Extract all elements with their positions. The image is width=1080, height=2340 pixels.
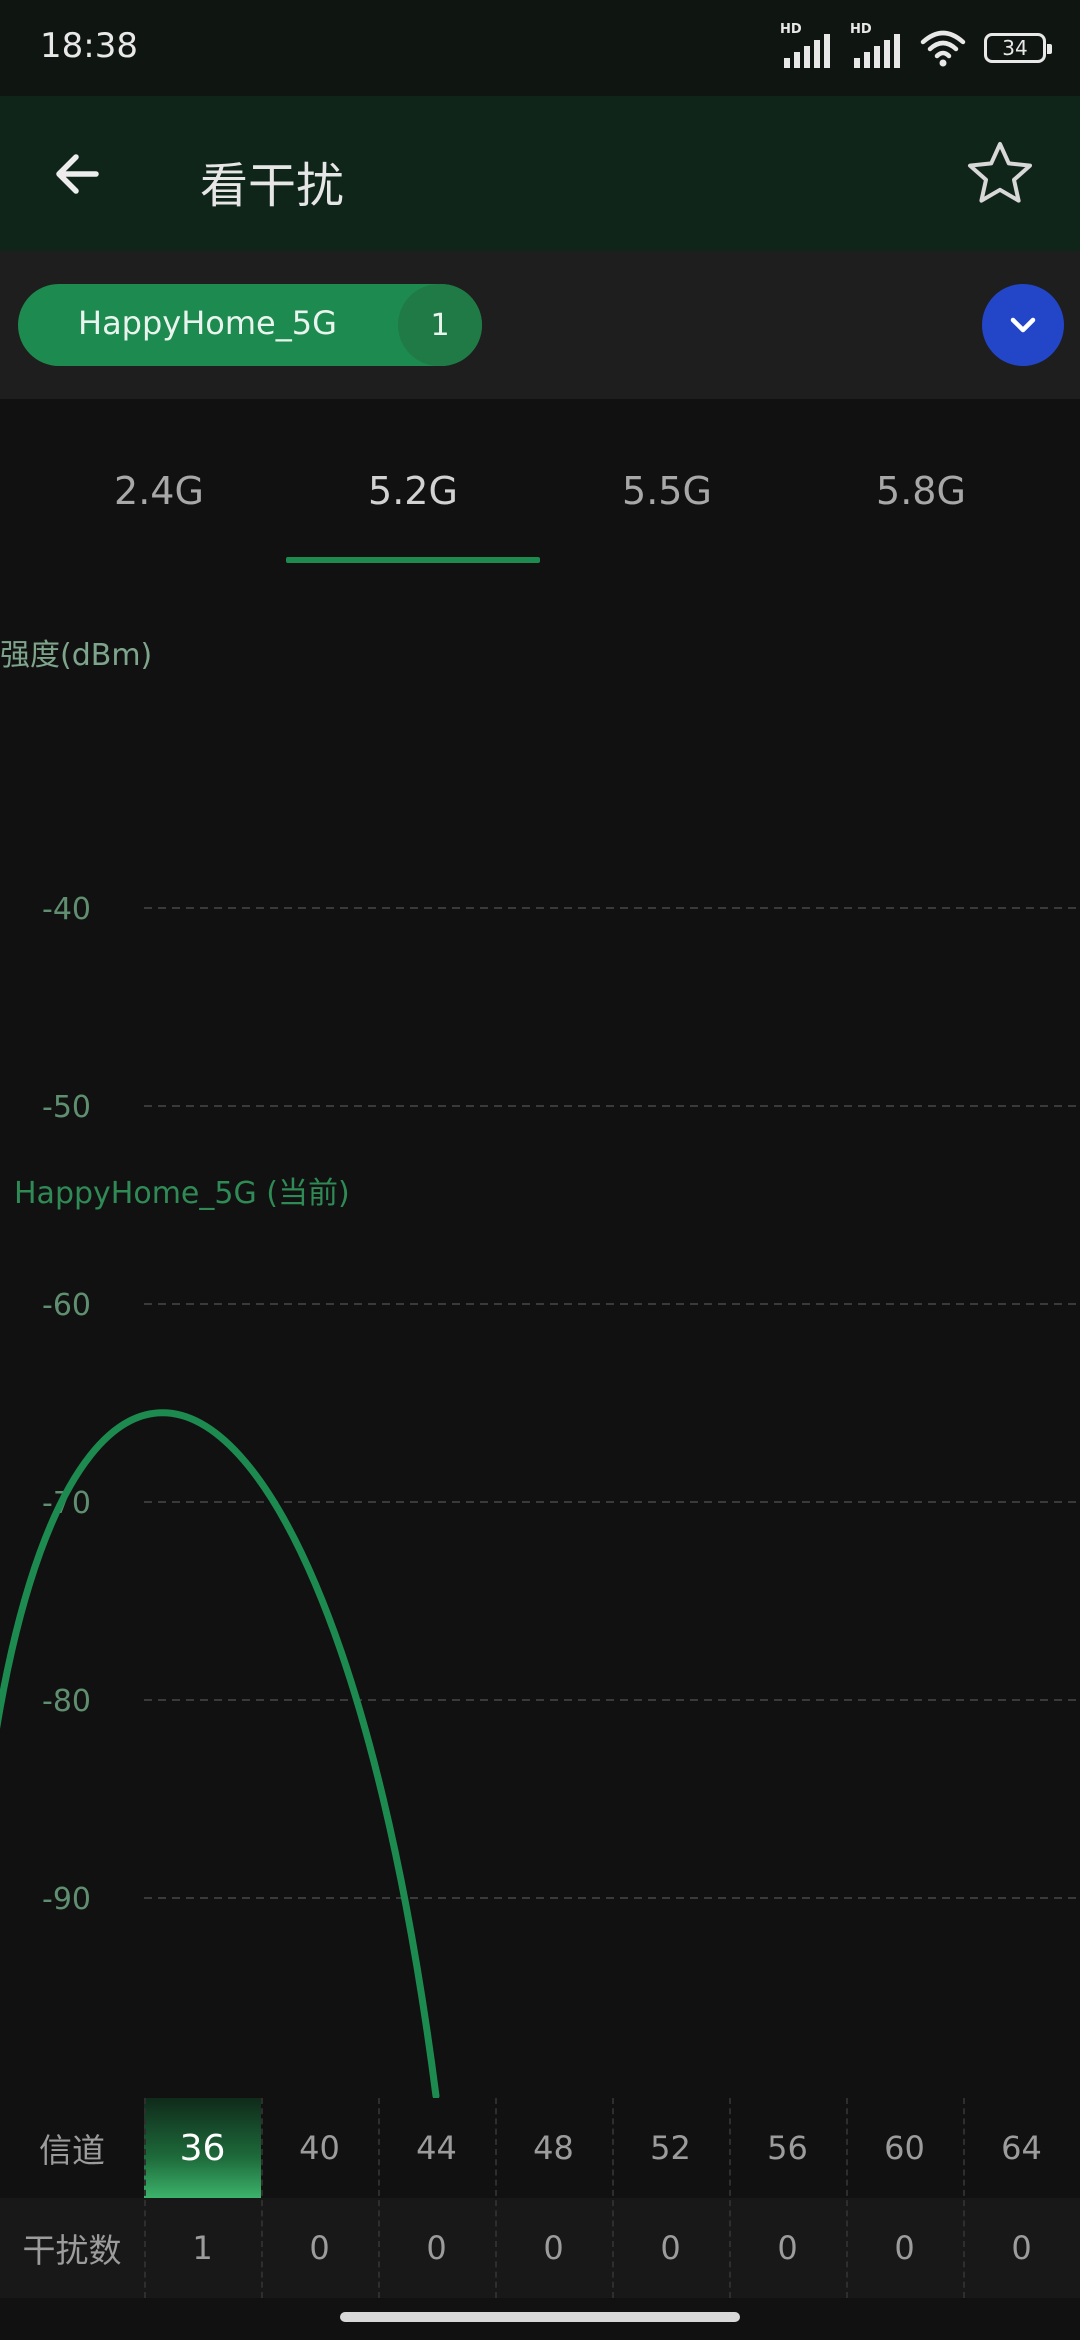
interference-count-cell: 0 bbox=[777, 2229, 798, 2267]
channel-cell[interactable]: 52 bbox=[612, 2098, 729, 2198]
dropdown-button[interactable] bbox=[982, 284, 1064, 366]
interference-count-cell: 0 bbox=[543, 2229, 564, 2267]
tab-indicator bbox=[286, 557, 540, 563]
home-indicator bbox=[340, 2312, 740, 2322]
tab-5-5g[interactable]: 5.5G bbox=[540, 469, 794, 513]
channel-cell[interactable]: 56 bbox=[729, 2098, 846, 2198]
interference-count-cell: 0 bbox=[660, 2229, 681, 2267]
column-divider bbox=[144, 2098, 146, 2298]
network-selector-row: HappyHome_5G 1 bbox=[0, 251, 1080, 399]
interference-count-cell: 0 bbox=[426, 2229, 447, 2267]
y-tick-label: -40 bbox=[42, 892, 91, 927]
channel-cell[interactable]: 40 bbox=[261, 2098, 378, 2198]
network-ssid: HappyHome_5G bbox=[78, 304, 337, 342]
wifi-icon bbox=[920, 30, 966, 67]
channel-cell[interactable]: 36 bbox=[144, 2098, 261, 2198]
column-divider bbox=[729, 2098, 731, 2298]
channel-cell[interactable]: 60 bbox=[846, 2098, 963, 2198]
y-tick-label: -60 bbox=[42, 1288, 91, 1323]
status-bar: 18:38 HD HD 34 bbox=[0, 0, 1080, 96]
y-tick-label: -80 bbox=[42, 1684, 91, 1719]
app-bar: 看干扰 bbox=[0, 96, 1080, 251]
y-tick-label: -90 bbox=[42, 1882, 91, 1917]
interference-header: 干扰数 bbox=[22, 2231, 122, 2270]
channel-cell[interactable]: 48 bbox=[495, 2098, 612, 2198]
interference-count-cell: 0 bbox=[1011, 2229, 1032, 2267]
battery-icon: 34 bbox=[984, 33, 1052, 63]
cellular-signal-icon: HD bbox=[780, 22, 832, 68]
series-label: HappyHome_5G (当前) bbox=[14, 1176, 350, 1211]
channel-cell[interactable]: 64 bbox=[963, 2098, 1080, 2198]
y-tick-label: -50 bbox=[42, 1090, 91, 1125]
interference-row: 干扰数 1 0 0 0 0 0 0 0 bbox=[0, 2198, 1080, 2298]
channel-row: 信道 36 40 44 48 52 56 60 64 bbox=[0, 2098, 1080, 2198]
channel-header: 信道 bbox=[39, 2131, 105, 2170]
network-pill[interactable]: HappyHome_5G 1 bbox=[18, 284, 482, 366]
column-divider bbox=[963, 2098, 965, 2298]
column-divider bbox=[495, 2098, 497, 2298]
status-time: 18:38 bbox=[40, 26, 138, 66]
interference-count-cell: 1 bbox=[192, 2229, 213, 2267]
arrow-left-icon[interactable] bbox=[48, 144, 108, 204]
column-divider bbox=[378, 2098, 380, 2298]
column-divider bbox=[261, 2098, 263, 2298]
cellular-signal-icon: HD bbox=[850, 22, 902, 68]
interference-count-cell: 0 bbox=[309, 2229, 330, 2267]
column-divider bbox=[846, 2098, 848, 2298]
page-title: 看干扰 bbox=[200, 158, 345, 214]
interference-count-cell: 0 bbox=[894, 2229, 915, 2267]
chevron-down-icon bbox=[1010, 317, 1036, 333]
network-count-badge: 1 bbox=[398, 284, 482, 366]
status-icons: HD HD 34 bbox=[780, 22, 1052, 70]
star-outline-icon[interactable] bbox=[964, 138, 1036, 210]
signal-chart: -40-50-60-70-80-90HappyHome_5G (当前) bbox=[0, 892, 1080, 2100]
tab-5-2g[interactable]: 5.2G bbox=[286, 469, 540, 513]
channel-cell[interactable]: 44 bbox=[378, 2098, 495, 2198]
tab-5-8g[interactable]: 5.8G bbox=[794, 469, 1048, 513]
column-divider bbox=[612, 2098, 614, 2298]
band-tabs: 2.4G 5.2G 5.5G 5.8G bbox=[0, 399, 1080, 564]
tab-2-4g[interactable]: 2.4G bbox=[32, 469, 286, 513]
